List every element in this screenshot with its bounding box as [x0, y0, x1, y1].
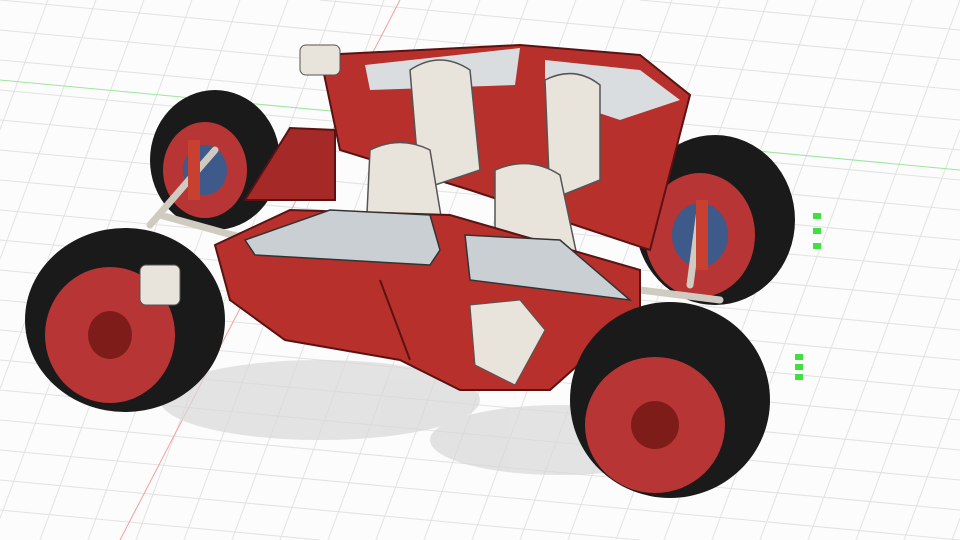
rear-shock-left	[188, 140, 200, 200]
front-left-wheel	[25, 228, 225, 412]
rear-left-wheel	[150, 90, 280, 230]
cad-viewport[interactable]	[0, 0, 960, 540]
grid-line	[903, 388, 960, 540]
led-indicators	[795, 213, 821, 380]
grid-line	[951, 518, 960, 540]
grid-line	[855, 259, 960, 540]
grid-line	[0, 479, 641, 540]
front-right-wheel	[570, 302, 770, 498]
model-canvas[interactable]	[0, 0, 960, 540]
grid-line	[639, 0, 960, 31]
grid-line	[0, 0, 49, 130]
grid-line	[807, 129, 960, 540]
rear-mirror	[299, 44, 341, 76]
grid-line	[0, 0, 97, 260]
side-mirror-left	[139, 264, 181, 306]
rear-shock-right	[696, 200, 708, 270]
grid-line	[0, 509, 321, 540]
